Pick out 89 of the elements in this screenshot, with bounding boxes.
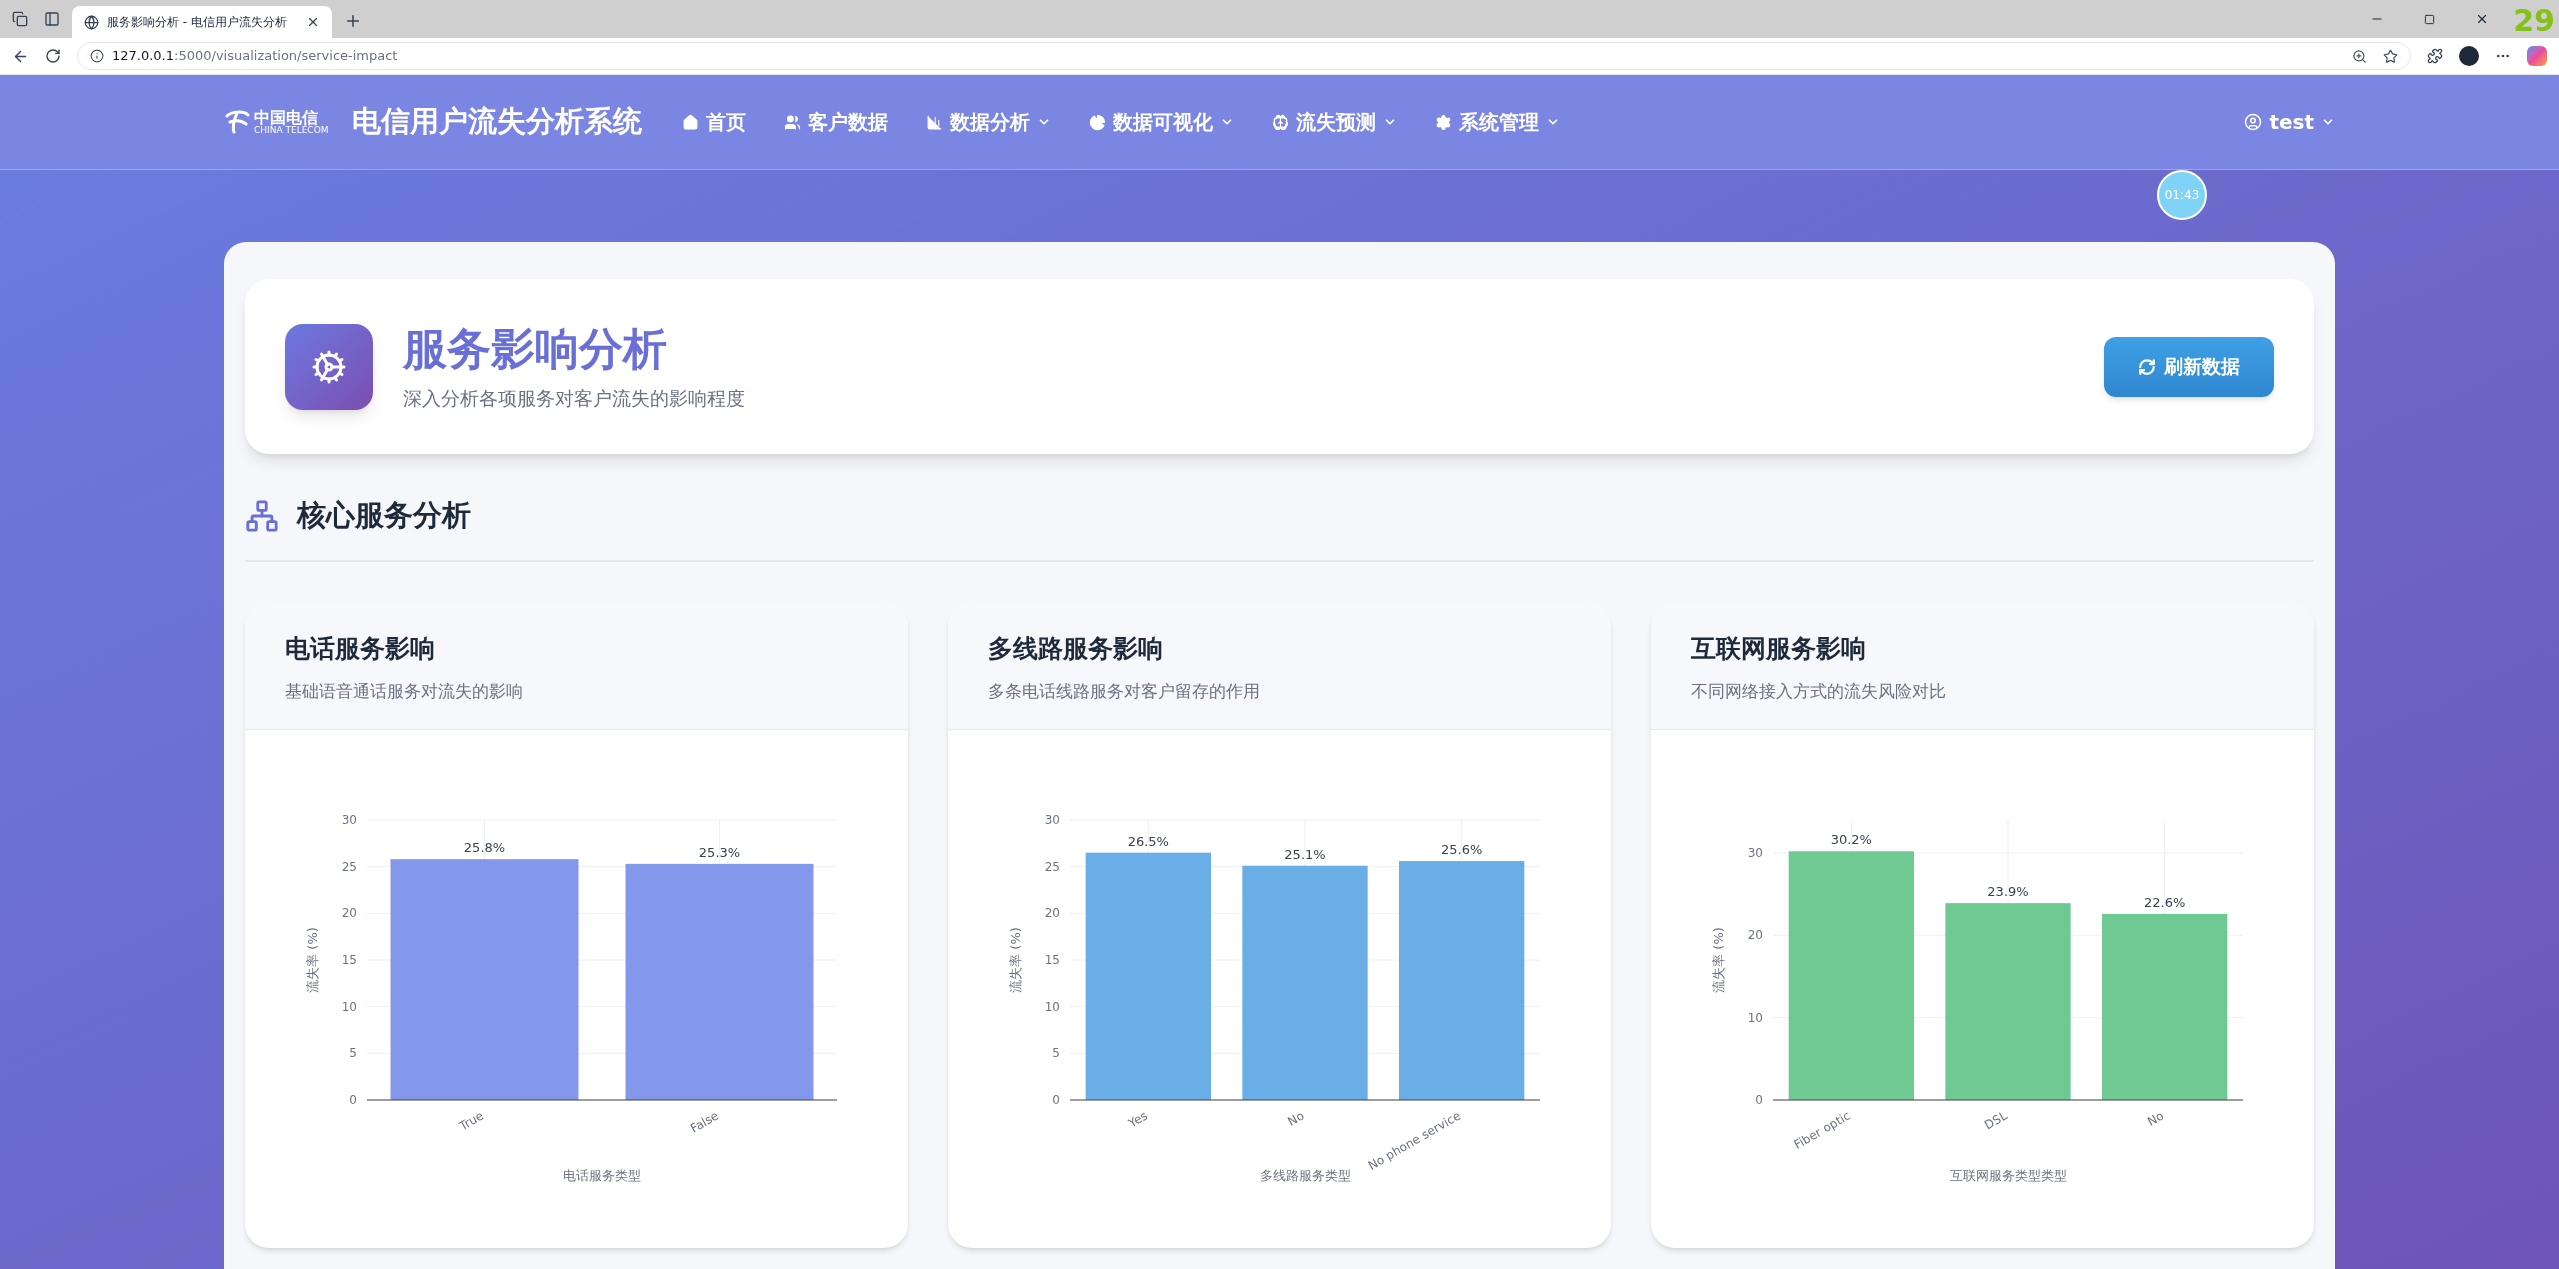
y-tick-label: 0 xyxy=(348,1092,357,1107)
new-tab-icon[interactable] xyxy=(344,12,362,30)
x-tick-label: False xyxy=(687,1107,721,1136)
bar-value-label: 25.1% xyxy=(1283,846,1326,862)
nav-link[interactable]: 客户数据 xyxy=(784,107,889,137)
y-tick-label: 30 xyxy=(1044,812,1060,827)
profile-avatar[interactable] xyxy=(2459,46,2479,66)
nav-link[interactable]: 数据可视化 xyxy=(1089,107,1235,137)
y-axis-title: 流失率 (%) xyxy=(1710,926,1726,993)
y-tick-label: 0 xyxy=(1051,1092,1060,1107)
brain-icon xyxy=(1272,113,1290,131)
bar-value-label: 23.9% xyxy=(1986,883,2029,899)
reload-icon[interactable] xyxy=(45,48,61,64)
refresh-icon xyxy=(2138,357,2156,376)
nav-link[interactable]: 流失预测 xyxy=(1272,107,1398,137)
telecom-logo-icon xyxy=(224,110,250,134)
sidebar-icon[interactable] xyxy=(44,11,60,27)
close-icon[interactable] xyxy=(306,15,320,29)
nav-link[interactable]: 系统管理 xyxy=(1435,107,1561,137)
card-subtitle: 基础语音通话服务对流失的影响 xyxy=(285,680,524,703)
y-axis-title: 流失率 (%) xyxy=(1007,926,1023,993)
site-title: 电信用户流失分析系统 xyxy=(352,103,643,141)
bar-value-label: 25.8% xyxy=(463,839,505,855)
y-tick-label: 20 xyxy=(1747,927,1763,942)
logo-text: 中国电信 xyxy=(254,109,318,126)
x-tick-label: DSL xyxy=(1981,1107,2009,1132)
refresh-button[interactable]: 刷新数据 xyxy=(2104,336,2274,397)
logo-subtext: CHINA TELECOM xyxy=(254,125,329,135)
bar-value-label: 22.6% xyxy=(2143,894,2185,910)
card-title: 多线路服务影响 xyxy=(988,632,1164,665)
zoom-icon[interactable] xyxy=(2352,48,2367,64)
y-tick-label: 5 xyxy=(1051,1045,1060,1060)
card-subtitle: 不同网络接入方式的流失风险对比 xyxy=(1691,680,1947,703)
bar-chart-icon xyxy=(926,113,944,131)
nav-link[interactable]: 数据分析 xyxy=(926,107,1052,137)
y-axis-title: 流失率 (%) xyxy=(304,926,320,993)
nav-link[interactable]: 首页 xyxy=(682,107,747,137)
y-tick-label: 10 xyxy=(1747,1010,1763,1025)
y-tick-label: 10 xyxy=(1044,999,1060,1014)
y-tick-label: 25 xyxy=(1044,859,1060,874)
close-window-icon[interactable] xyxy=(2475,12,2489,26)
restore-icon[interactable] xyxy=(2424,13,2435,25)
home-icon xyxy=(682,113,700,131)
workspaces-icon[interactable] xyxy=(12,11,28,27)
x-axis-title: 电话服务类型 xyxy=(562,1167,641,1183)
x-tick-label: True xyxy=(456,1107,486,1133)
page-title: 服务影响分析 xyxy=(403,321,668,376)
bar-value-label: 26.5% xyxy=(1127,833,1169,849)
y-tick-label: 15 xyxy=(1044,952,1060,967)
x-tick-label: No xyxy=(2144,1107,2166,1129)
info-icon xyxy=(90,49,104,63)
bar-value-label: 25.6% xyxy=(1440,841,1482,857)
card-subtitle: 多条电话线路服务对客户留存的作用 xyxy=(988,680,1261,703)
timer-bubble: 01:43 xyxy=(2157,170,2207,220)
counter-overlay: 29 xyxy=(2513,6,2555,36)
x-axis-title: 互联网服务类型类型 xyxy=(1949,1167,2066,1183)
user-icon xyxy=(2244,113,2263,131)
users-icon xyxy=(784,113,802,131)
y-tick-label: 5 xyxy=(348,1045,357,1060)
y-tick-label: 15 xyxy=(341,952,357,967)
bar-value-label: 30.2% xyxy=(1830,831,1872,847)
x-tick-label: No xyxy=(1284,1107,1306,1129)
page-subtitle: 深入分析各项服务对客户流失的影响程度 xyxy=(403,385,745,411)
y-tick-label: 30 xyxy=(341,812,357,827)
browser-tab[interactable]: 服务影响分析 - 电信用户流失分析 xyxy=(72,6,332,38)
y-tick-label: 30 xyxy=(1747,845,1763,860)
x-tick-label: Fiber optic xyxy=(1791,1107,1853,1152)
x-tick-label: Yes xyxy=(1125,1107,1150,1130)
gear-icon xyxy=(1435,113,1453,131)
copilot-icon[interactable] xyxy=(2527,46,2547,66)
bar-value-label: 25.3% xyxy=(698,844,740,860)
sitemap-icon xyxy=(245,498,279,533)
x-axis-title: 多线路服务类型 xyxy=(1259,1167,1350,1183)
url-text: 127.0.0.1:5000/visualization/service-impact xyxy=(112,47,398,66)
tab-title: 服务影响分析 - 电信用户流失分析 xyxy=(107,14,288,31)
y-tick-label: 10 xyxy=(341,999,357,1014)
favorite-star-icon[interactable] xyxy=(2383,48,2398,64)
y-tick-label: 25 xyxy=(341,859,357,874)
extensions-icon[interactable] xyxy=(2427,48,2443,64)
section-title: 核心服务分析 xyxy=(297,497,471,534)
y-tick-label: 0 xyxy=(1754,1092,1763,1107)
y-tick-label: 20 xyxy=(341,905,357,920)
card-title: 互联网服务影响 xyxy=(1691,632,1867,665)
user-menu[interactable]: test xyxy=(2244,107,2335,137)
y-tick-label: 20 xyxy=(1044,905,1060,920)
address-bar[interactable]: 127.0.0.1:5000/visualization/service-impact xyxy=(77,42,2411,70)
globe-icon xyxy=(84,14,99,30)
card-title: 电话服务影响 xyxy=(285,632,436,665)
pie-chart-icon xyxy=(1089,113,1107,131)
